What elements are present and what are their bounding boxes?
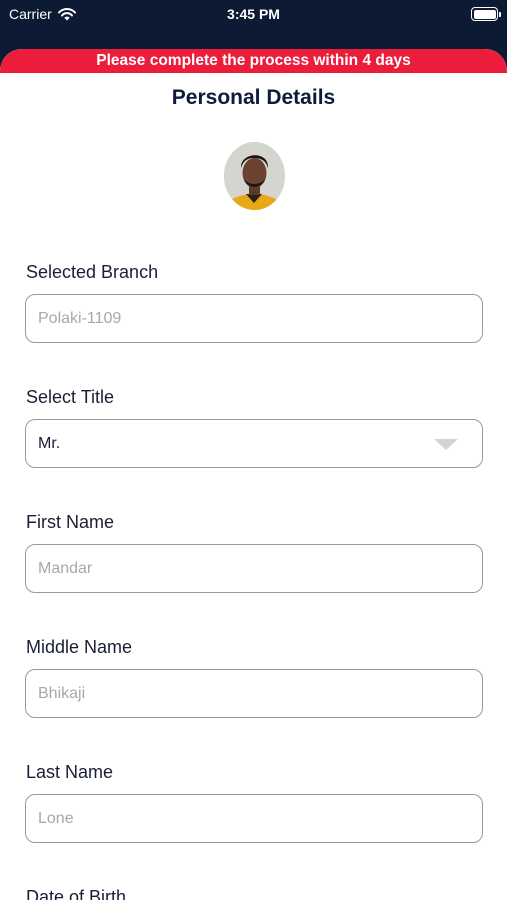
dob-label: Date of Birth	[26, 887, 127, 900]
branch-label: Selected Branch	[26, 262, 159, 282]
chevron-down-icon	[434, 439, 458, 450]
first-name-value: Mandar	[38, 559, 93, 577]
branch-value: Polaki-1109	[38, 309, 122, 327]
branch-field[interactable]: Polaki-1109	[25, 294, 483, 343]
middle-name-value: Bhikaji	[38, 684, 86, 702]
profile-avatar[interactable]	[224, 142, 285, 210]
status-time: 3:45 PM	[227, 6, 280, 22]
title-value: Mr.	[38, 434, 61, 452]
battery-icon	[471, 7, 501, 21]
middle-name-label: Middle Name	[26, 637, 133, 657]
page-title: Personal Details	[171, 86, 336, 109]
personal-details-sheet: Please complete the process within 4 day…	[0, 49, 507, 900]
last-name-value: Lone	[38, 809, 74, 827]
last-name-field[interactable]: Lone	[25, 794, 483, 843]
title-label: Select Title	[26, 387, 115, 407]
first-name-field[interactable]: Mandar	[25, 544, 483, 593]
last-name-label: Last Name	[26, 762, 114, 782]
title-select[interactable]: Mr.	[25, 419, 483, 468]
first-name-label: First Name	[26, 512, 115, 532]
status-bar: Carrier 3:45 PM	[0, 0, 507, 30]
profile-photo	[224, 142, 285, 210]
middle-name-field[interactable]: Bhikaji	[25, 669, 483, 718]
deadline-banner: Please complete the process within 4 day…	[0, 49, 507, 73]
